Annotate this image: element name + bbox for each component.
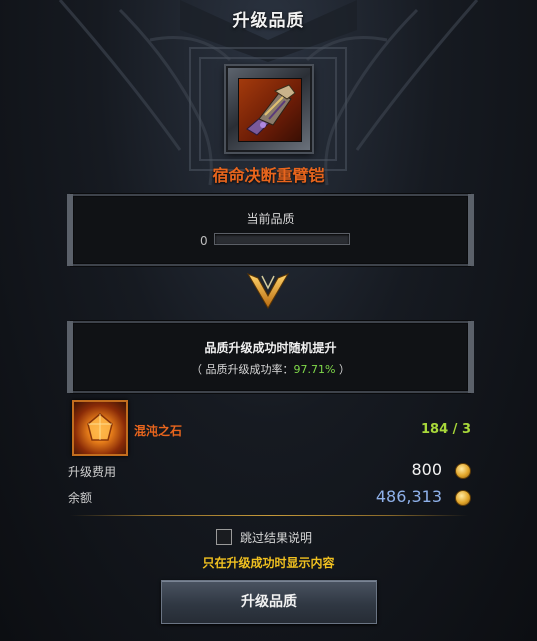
quality-progress-bar xyxy=(214,233,350,245)
gauntlet-icon xyxy=(238,78,302,142)
upgrade-quality-button[interactable]: 升级品质 xyxy=(161,580,377,624)
divider xyxy=(70,515,468,516)
balance-label: 余额 xyxy=(68,491,93,505)
success-rate-suffix: ） xyxy=(335,363,350,376)
upgrade-cost-label: 升级费用 xyxy=(68,465,117,479)
balance-value: 486,313 xyxy=(375,487,442,506)
success-rate-prefix: （ 品质升级成功率： xyxy=(191,363,294,376)
chaos-stone-icon[interactable] xyxy=(72,400,128,456)
gold-coin-icon xyxy=(455,490,471,506)
current-quality-value: 0 xyxy=(200,234,208,248)
window-title: 升级品质 xyxy=(232,11,305,31)
down-arrow-icon xyxy=(246,272,290,309)
material-name: 混沌之石 xyxy=(134,424,183,438)
success-rate-line: （ 品质升级成功率：97.71% ） xyxy=(73,361,468,377)
skip-result-checkbox[interactable] xyxy=(216,529,232,545)
current-quality-label: 当前品质 xyxy=(246,212,295,226)
success-rate-value: 97.71% xyxy=(293,363,336,376)
gold-coin-icon xyxy=(455,463,471,479)
item-slot[interactable] xyxy=(226,66,312,152)
material-count: 184 / 3 xyxy=(421,422,471,437)
upgrade-info-panel: 品质升级成功时随机提升 （ 品质升级成功率：97.71% ） xyxy=(67,321,474,393)
skip-result-label[interactable]: 跳过结果说明 xyxy=(240,529,312,546)
current-quality-panel: 当前品质 0 xyxy=(67,194,474,266)
upgrade-info-title: 品质升级成功时随机提升 xyxy=(204,341,337,355)
skip-hint-text: 只在升级成功时显示内容 xyxy=(202,556,335,570)
upgrade-cost-value: 800 xyxy=(411,460,442,479)
item-name: 宿命决断重臂铠 xyxy=(212,166,325,185)
